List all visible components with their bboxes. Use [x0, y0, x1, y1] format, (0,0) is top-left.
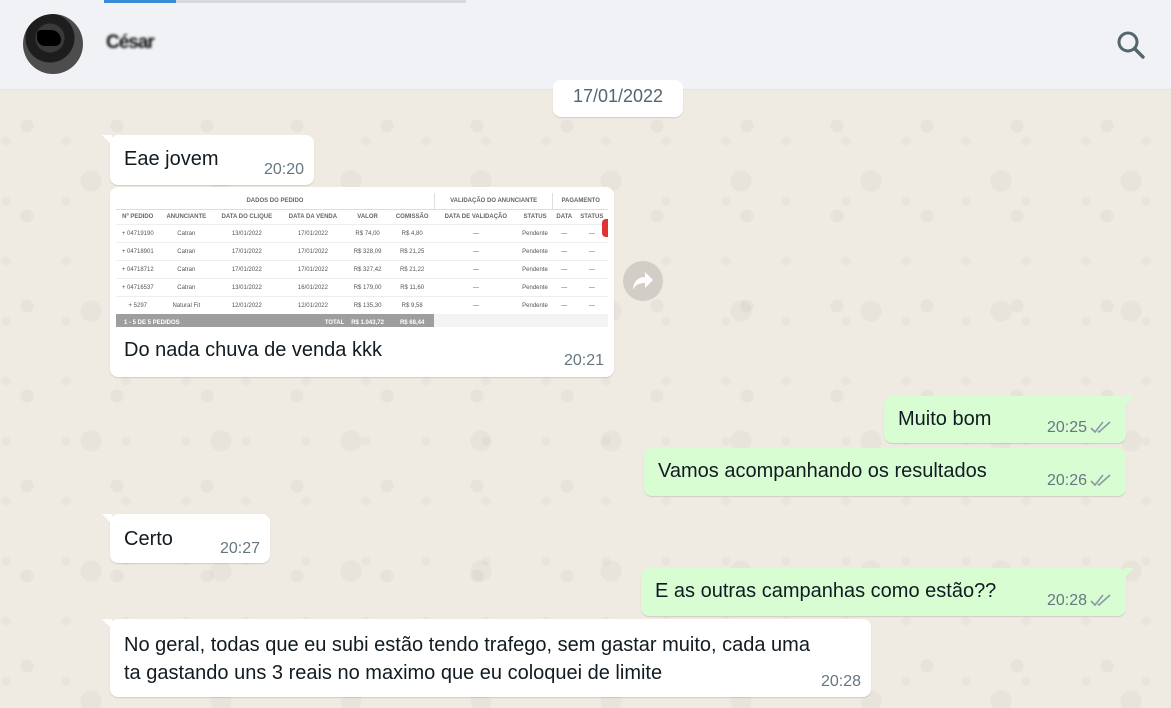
message-time: 20:26: [1047, 472, 1088, 489]
column-header: STATUS: [523, 214, 547, 220]
sales-screenshot-image[interactable]: DADOS DO PEDIDO VALIDAÇÃO DO ANUNCIANTE …: [116, 193, 608, 327]
message-time: 20:21: [564, 352, 605, 369]
forward-button[interactable]: [623, 261, 663, 301]
message-outgoing[interactable]: Vamos acompanhando os resultados 20:26: [644, 448, 1126, 496]
column-header: COMISSÃO: [395, 214, 429, 220]
message-text: Muito bom: [898, 408, 992, 430]
table-row: + 5297 Natural Fit 12/01/2022 12/01/2022 R$ …: [116, 296, 608, 314]
message-time: 20:20: [264, 161, 305, 178]
search-icon[interactable]: [1116, 30, 1146, 60]
column-header: VALOR: [357, 214, 378, 220]
column-header: DATA DA VENDA: [288, 214, 338, 220]
column-header: DATA DE VALIDAÇÃO: [444, 214, 508, 220]
message-time: 20:28: [821, 673, 862, 690]
contact-name[interactable]: César: [106, 32, 155, 54]
message-outgoing[interactable]: Muito bom 20:25: [884, 396, 1134, 443]
read-ticks-icon: [1090, 594, 1111, 607]
message-time: 20:25: [1047, 419, 1088, 436]
table-row: + 04718901 Catran 17/01/2022 17/01/2022 R$ 3…: [116, 242, 608, 261]
table-row: + 04716537 Catran 13/01/2022 16/01/2022 R$ 1…: [116, 278, 608, 297]
read-ticks-icon: [1090, 421, 1111, 434]
column-header: ANUNCIANTE: [166, 214, 207, 220]
date-chip: 17/01/2022: [553, 80, 683, 117]
column-header: DATA: [556, 214, 573, 220]
group-header: VALIDAÇÃO DO ANUNCIANTE: [433, 193, 553, 210]
message-incoming[interactable]: No geral, todas que eu subi estão tendo …: [102, 619, 871, 697]
column-header: DATA DO CLIQUE: [221, 214, 273, 220]
message-outgoing[interactable]: E as outras campanhas como estão?? 20:28: [641, 568, 1134, 616]
group-header: PAGAMENTO: [552, 193, 608, 210]
avatar[interactable]: [23, 14, 83, 74]
message-text: No geral, todas que eu subi estão tendo …: [124, 634, 810, 684]
table-footer: 1 - 5 DE 5 PEDIDOS TOTAL R$ 1.043,72 R$ …: [116, 314, 608, 327]
chat-header: César: [0, 0, 1171, 90]
message-incoming[interactable]: Certo 20:27: [102, 514, 270, 563]
message-text: Certo: [124, 528, 173, 550]
forward-icon: [633, 272, 653, 290]
message-text: Vamos acompanhando os resultados: [658, 460, 987, 482]
message-time: 20:27: [220, 540, 261, 557]
column-header: Nº PEDIDO: [122, 214, 154, 220]
message-caption: Do nada chuva de venda kkk: [124, 339, 382, 361]
message-text: Eae jovem: [124, 148, 219, 170]
badge-marker: [602, 219, 608, 237]
table-row: + 04719190 Catran 13/01/2022 17/01/2022 R$ 7…: [116, 224, 608, 243]
message-text: E as outras campanhas como estão??: [655, 580, 997, 602]
read-ticks-icon: [1090, 474, 1111, 487]
group-header: DADOS DO PEDIDO: [116, 193, 435, 210]
sales-table: DADOS DO PEDIDO VALIDAÇÃO DO ANUNCIANTE …: [116, 193, 608, 327]
message-time: 20:28: [1047, 592, 1088, 609]
table-row: + 04718712 Catran 17/01/2022 17/01/2022 R$ 3…: [116, 260, 608, 279]
message-incoming[interactable]: Eae jovem 20:20: [102, 135, 314, 185]
loading-progress: [104, 0, 466, 3]
message-incoming-image[interactable]: DADOS DO PEDIDO VALIDAÇÃO DO ANUNCIANTE …: [110, 187, 614, 377]
date-chip-label: 17/01/2022: [572, 86, 664, 106]
